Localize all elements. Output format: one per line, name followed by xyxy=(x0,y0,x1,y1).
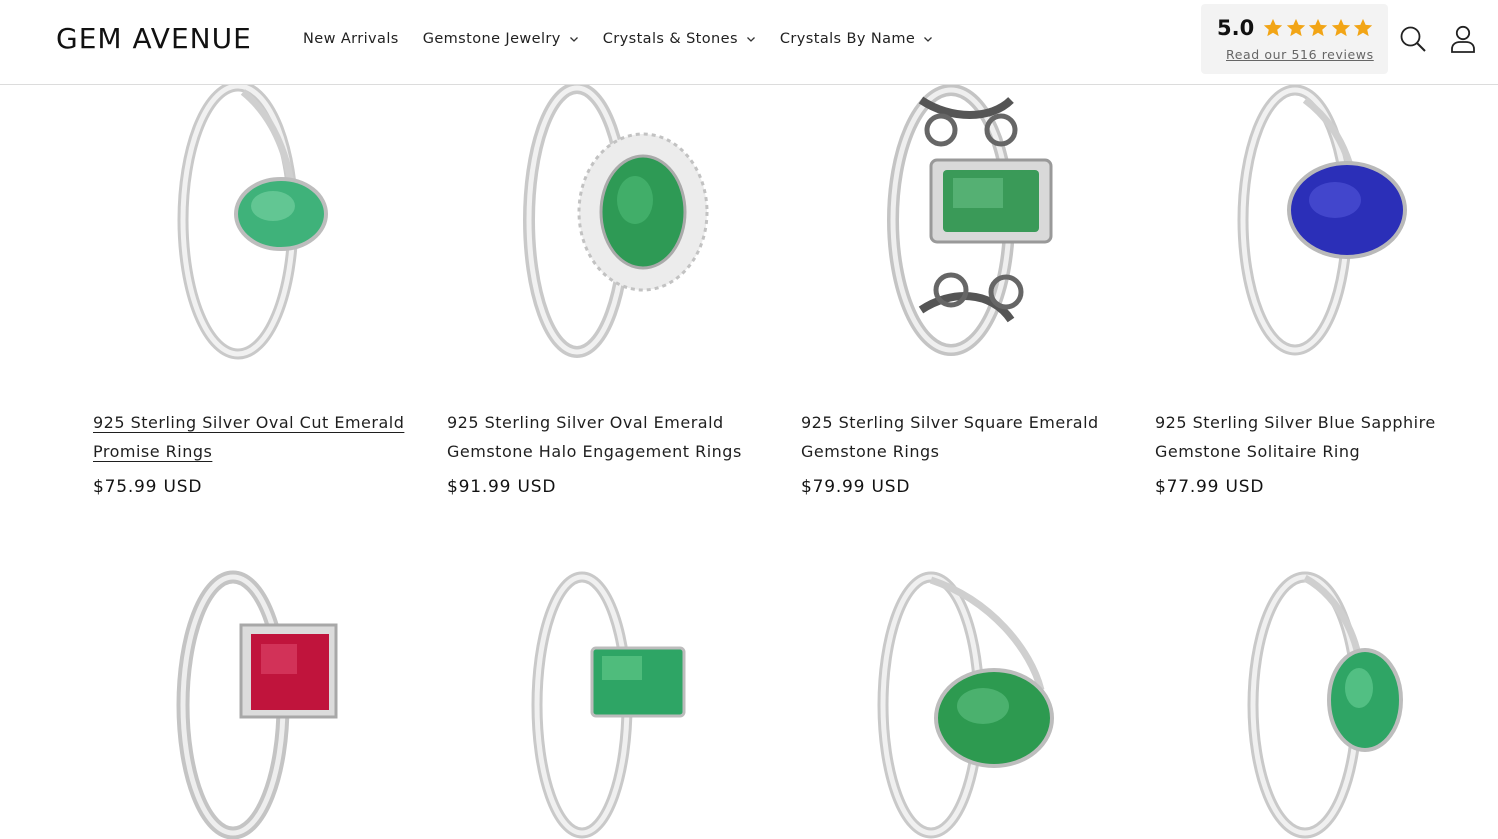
rating-score: 5.0 xyxy=(1217,16,1255,40)
star-rating xyxy=(1262,17,1375,39)
main-nav: New Arrivals Gemstone Jewelry Crystals &… xyxy=(303,28,957,50)
product-image[interactable] xyxy=(447,60,777,360)
product-image[interactable] xyxy=(801,60,1131,360)
nav-item-label: New Arrivals xyxy=(303,31,399,47)
search-icon xyxy=(1400,26,1426,52)
search-button[interactable] xyxy=(1398,24,1428,54)
chevron-down-icon xyxy=(746,37,755,42)
product-image[interactable] xyxy=(1155,60,1485,360)
product-image[interactable] xyxy=(1155,570,1485,839)
star-icon xyxy=(1331,18,1350,37)
product-price: $77.99 USD xyxy=(1155,477,1265,497)
reviews-widget[interactable]: 5.0 Read our 516 reviews xyxy=(1201,4,1388,74)
product-price: $91.99 USD xyxy=(447,477,557,497)
nav-item-gemstone-jewelry[interactable]: Gemstone Jewelry xyxy=(423,28,579,50)
star-icon xyxy=(1308,18,1328,37)
product-title[interactable]: 925 Sterling Silver Blue Sapphire Gemsto… xyxy=(1155,408,1475,466)
product-image[interactable] xyxy=(93,570,423,839)
account-icon xyxy=(1451,25,1475,53)
star-icon xyxy=(1353,18,1373,37)
product-price: $75.99 USD xyxy=(93,477,203,497)
product-image[interactable] xyxy=(93,60,423,360)
nav-item-label: Crystals & Stones xyxy=(602,31,738,47)
site-header: GEM AVENUE New Arrivals Gemstone Jewelry… xyxy=(0,0,1498,85)
account-button[interactable] xyxy=(1448,24,1478,54)
product-title[interactable]: 925 Sterling Silver Oval Cut Emerald Pro… xyxy=(93,408,413,466)
chevron-down-icon xyxy=(924,37,933,42)
star-icon xyxy=(1263,18,1283,37)
product-image[interactable] xyxy=(447,570,777,839)
nav-item-label: Crystals By Name xyxy=(779,31,916,47)
read-reviews-link[interactable]: Read our 516 reviews xyxy=(1226,47,1374,62)
star-icon xyxy=(1286,18,1305,37)
brand-logo[interactable]: GEM AVENUE xyxy=(56,22,252,56)
product-image[interactable] xyxy=(801,570,1131,839)
product-title[interactable]: 925 Sterling Silver Oval Emerald Gemston… xyxy=(447,408,767,466)
nav-item-crystals-stones[interactable]: Crystals & Stones xyxy=(603,28,756,50)
product-title[interactable]: 925 Sterling Silver Square Emerald Gemst… xyxy=(801,408,1121,466)
nav-item-new-arrivals[interactable]: New Arrivals xyxy=(303,28,399,50)
product-price: $79.99 USD xyxy=(801,477,911,497)
chevron-down-icon xyxy=(569,37,578,42)
nav-item-crystals-by-name[interactable]: Crystals By Name xyxy=(780,28,933,50)
nav-item-label: Gemstone Jewelry xyxy=(422,31,561,47)
